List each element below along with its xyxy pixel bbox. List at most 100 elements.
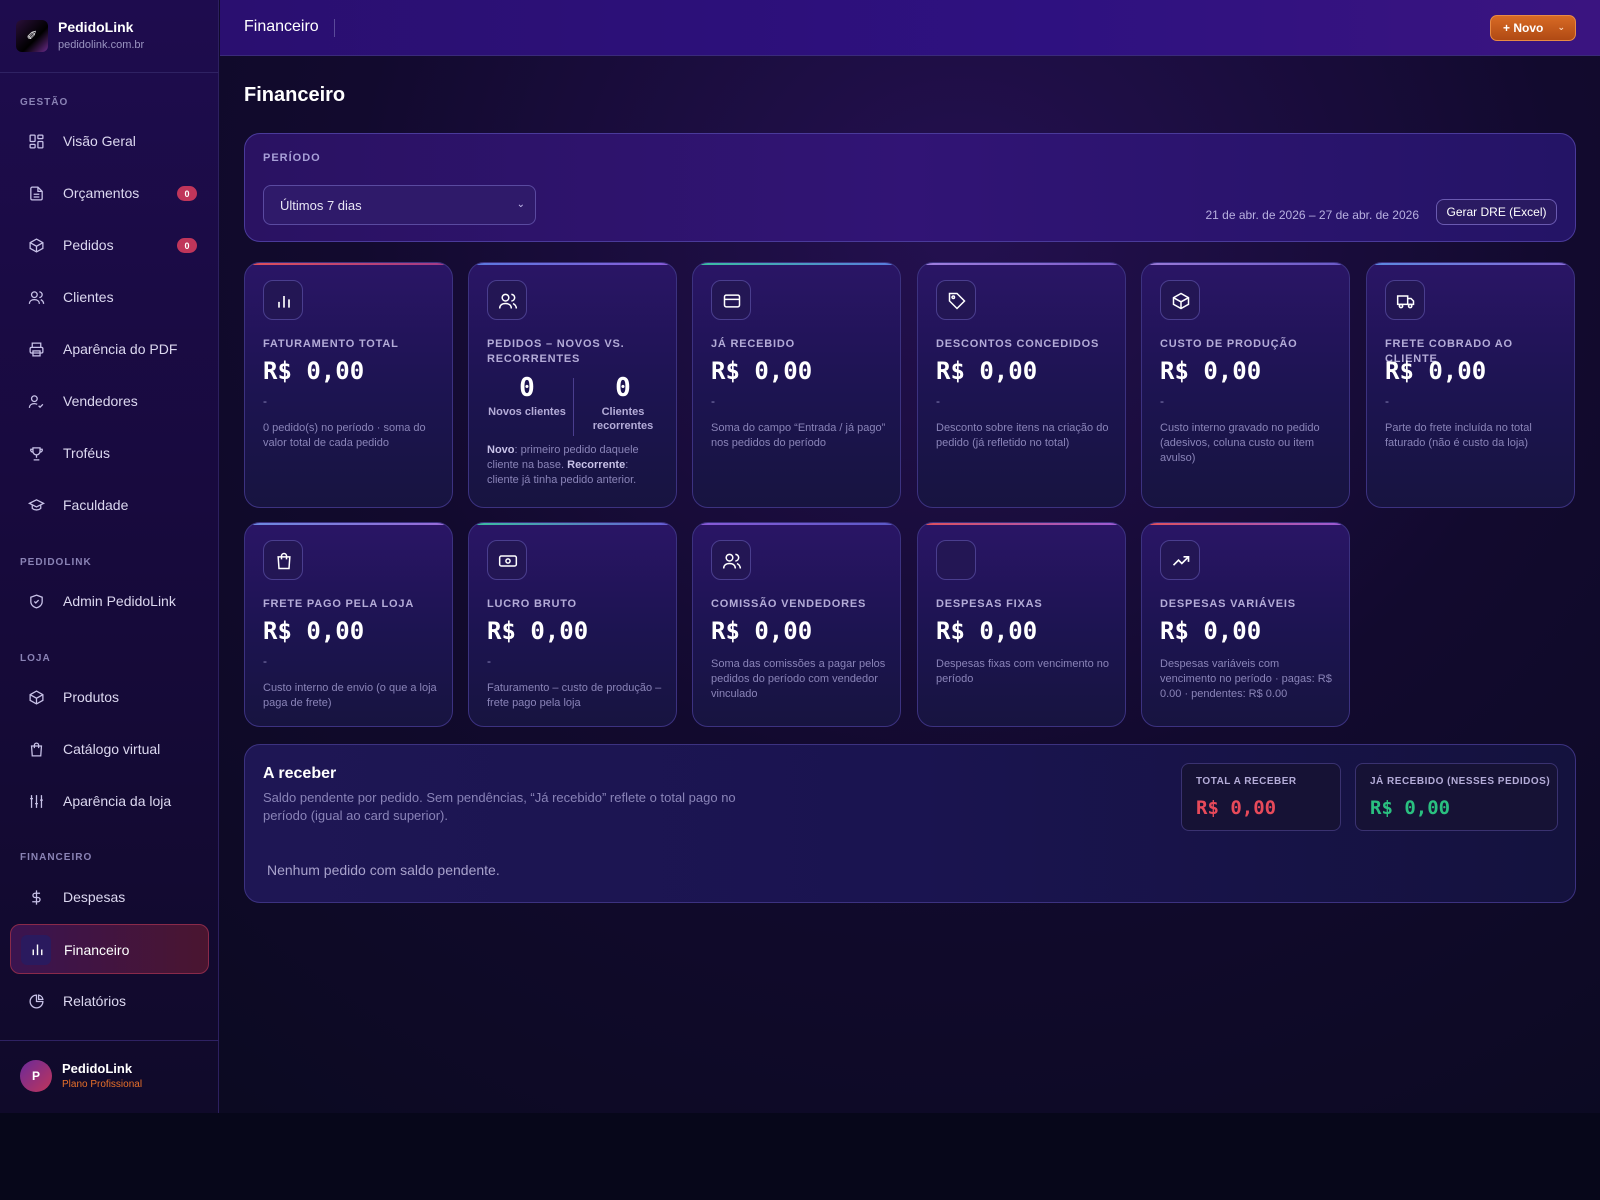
sidebar-item-catalogo-virtual[interactable]: Catálogo virtual — [10, 724, 209, 774]
topbar: Financeiro + Novo ⌄ — [220, 0, 1600, 56]
card-accent — [1142, 263, 1349, 265]
card-icon-box — [936, 280, 976, 320]
sidebar-item-orcamentos[interactable]: Orçamentos 0 — [10, 168, 209, 218]
period-label: PERÍODO — [263, 152, 321, 164]
count-badge: 0 — [177, 238, 197, 253]
brand-name: PedidoLink — [58, 19, 134, 35]
sidebar-item-pedidos[interactable]: Pedidos 0 — [10, 220, 209, 270]
sidebar-item-label: Aparência da loja — [63, 793, 172, 809]
card-value: R$ 0,00 — [1385, 357, 1487, 385]
card-description: 0 pedido(s) no período · soma do valor t… — [263, 422, 426, 449]
card-description: Despesas fixas com vencimento no período — [936, 658, 1110, 685]
card-description: Despesas variáveis com vencimento no per… — [1160, 658, 1332, 700]
page-title: Financeiro — [244, 84, 346, 106]
topbar-title: Financeiro — [244, 18, 319, 35]
sidebar-item-relatorios[interactable]: Relatórios — [10, 976, 209, 1026]
sidebar-item-admin-pedidolink[interactable]: Admin PedidoLink — [10, 576, 209, 626]
card-label: DESPESAS VARIÁVEIS — [1160, 598, 1296, 610]
card-label: COMISSÃO VENDEDORES — [711, 598, 867, 610]
sidebar-item-label: Vendedores — [63, 393, 138, 409]
sidebar-item-label: Visão Geral — [63, 133, 136, 149]
card-icon-box — [1160, 280, 1200, 320]
user-profile[interactable]: P PedidoLink Plano Profissional — [20, 1060, 210, 1094]
card-icon-box — [487, 280, 527, 320]
total-a-receber-stat: TOTAL A RECEBER R$ 0,00 — [1181, 763, 1341, 831]
ja-recebido-stat: JÁ RECEBIDO (NESSES PEDIDOS) R$ 0,00 — [1355, 763, 1558, 831]
card-accent — [918, 263, 1125, 265]
sidebar-divider — [0, 72, 219, 73]
card-description: Novo: primeiro pedido daquele cliente na… — [487, 443, 659, 488]
new-button[interactable]: + Novo ⌄ — [1490, 15, 1576, 41]
card-label: DESCONTOS CONCEDIDOS — [936, 338, 1100, 350]
card-accent — [693, 523, 900, 525]
app-window: ✐ PedidoLink pedidolink.com.br GESTÃO Vi… — [0, 0, 1600, 1113]
brand[interactable]: ✐ PedidoLink pedidolink.com.br — [16, 18, 206, 58]
sidebar-item-clientes[interactable]: Clientes — [10, 272, 209, 322]
card-pedidos-novos-recorrentes: PEDIDOS – NOVOS VS. RECORRENTES 0 Novos … — [468, 262, 677, 508]
card-value: R$ 0,00 — [1160, 357, 1262, 385]
card-despesas-variaveis: DESPESAS VARIÁVEIS R$ 0,00 Despesas vari… — [1141, 522, 1350, 727]
card-icon-box — [263, 540, 303, 580]
trophy-icon — [30, 447, 43, 461]
card-change: - — [1385, 394, 1389, 408]
sidebar-item-label: Catálogo virtual — [63, 741, 161, 757]
stat-label: JÁ RECEBIDO (NESSES PEDIDOS) — [1370, 776, 1551, 787]
banknote-icon — [498, 555, 518, 567]
card-change: - — [936, 394, 940, 408]
shopping-bag-icon — [30, 742, 43, 757]
brand-logo: ✐ — [16, 20, 48, 52]
card-description: Soma das comissões a pagar pelos pedidos… — [711, 658, 886, 700]
sidebar-item-visao-geral[interactable]: Visão Geral — [10, 116, 209, 166]
printer-icon — [29, 342, 44, 357]
card-accent — [1367, 263, 1574, 265]
shopping-bag-icon — [277, 552, 291, 570]
sidebar-item-aparencia-pdf[interactable]: Aparência do PDF — [10, 324, 209, 374]
chevron-down-icon: ⌄ — [516, 199, 525, 210]
sidebar-item-produtos[interactable]: Produtos — [10, 672, 209, 722]
sidebar-item-trofeus[interactable]: Troféus — [10, 428, 209, 478]
total-a-receber-value: R$ 0,00 — [1196, 797, 1277, 819]
sidebar-item-faculdade[interactable]: Faculdade — [10, 480, 209, 530]
card-accent — [469, 523, 676, 525]
sidebar-item-label: Despesas — [63, 889, 126, 905]
card-description: Custo interno de envio (o que a loja pag… — [263, 682, 437, 709]
tag-icon — [948, 292, 966, 310]
generate-dre-button[interactable]: Gerar DRE (Excel) — [1436, 199, 1557, 225]
a-receber-description: Saldo pendente por pedido. Sem pendência… — [263, 790, 736, 823]
card-label: PEDIDOS – NOVOS VS. RECORRENTES — [487, 338, 625, 365]
card-change: - — [487, 654, 491, 668]
credit-card-icon — [723, 294, 741, 308]
grid-icon — [29, 134, 44, 149]
sidebar-divider — [0, 1040, 219, 1041]
section-label-loja: LOJA — [20, 653, 51, 664]
sidebar-item-financeiro[interactable]: Financeiro — [10, 924, 209, 974]
sidebar-item-despesas[interactable]: Despesas — [10, 872, 209, 922]
count-badge: 0 — [177, 186, 197, 201]
sidebar-item-vendedores[interactable]: Vendedores — [10, 376, 209, 426]
sidebar-item-label: Orçamentos — [63, 185, 140, 201]
sidebar-item-aparencia-loja[interactable]: Aparência da loja — [10, 776, 209, 826]
card-value: R$ 0,00 — [487, 617, 589, 645]
topbar-divider — [334, 19, 335, 37]
card-descontos-concedidos: DESCONTOS CONCEDIDOS R$ 0,00 - Desconto … — [917, 262, 1126, 508]
user-name: PedidoLink — [62, 1061, 133, 1076]
dollar-icon — [32, 890, 41, 905]
card-icon-box — [487, 540, 527, 580]
card-change: - — [263, 654, 267, 668]
card-frete-pago-loja: FRETE PAGO PELA LOJA R$ 0,00 - Custo int… — [244, 522, 453, 727]
card-label: FRETE PAGO PELA LOJA — [263, 598, 415, 610]
card-accent — [469, 263, 676, 265]
card-value: R$ 0,00 — [263, 357, 365, 385]
sidebar-item-label: Financeiro — [64, 942, 130, 958]
sliders-icon — [30, 795, 43, 808]
card-change: - — [263, 394, 267, 408]
card-description: Faturamento – custo de produção – frete … — [487, 682, 662, 709]
card-despesas-fixas: DESPESAS FIXAS R$ 0,00 Despesas fixas co… — [917, 522, 1126, 727]
card-accent — [245, 523, 452, 525]
sidebar-item-label: Relatórios — [63, 993, 127, 1009]
period-select[interactable]: Últimos 7 dias ⌄ — [263, 185, 536, 225]
card-value: R$ 0,00 — [936, 357, 1038, 385]
sidebar-item-label: Aparência do PDF — [63, 341, 178, 357]
novos-clientes-stat: 0 Novos clientes — [487, 373, 567, 419]
card-label: JÁ RECEBIDO — [711, 338, 795, 350]
